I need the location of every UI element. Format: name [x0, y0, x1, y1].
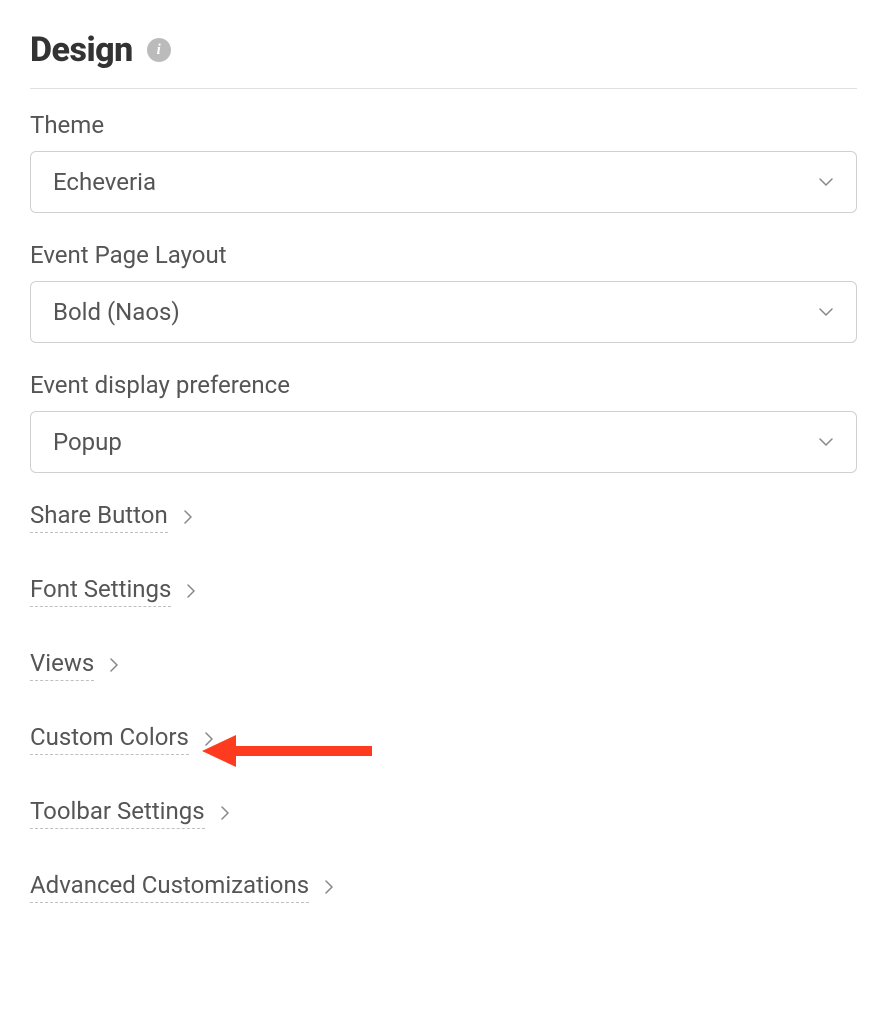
custom-colors-label: Custom Colors [30, 723, 189, 755]
font-settings-link[interactable]: Font Settings [30, 575, 857, 607]
share-button-label: Share Button [30, 501, 168, 533]
toolbar-settings-label: Toolbar Settings [30, 797, 205, 829]
event-display-preference-select[interactable]: Popup [30, 411, 857, 473]
chevron-right-icon [203, 733, 215, 745]
chevron-right-icon [323, 881, 335, 893]
advanced-customizations-link[interactable]: Advanced Customizations [30, 871, 857, 903]
views-label: Views [30, 649, 94, 681]
chevron-right-icon [182, 511, 194, 523]
section-header: Design i [30, 30, 857, 89]
theme-value: Echeveria [53, 168, 156, 196]
event-display-preference-field: Event display preference Popup [30, 371, 857, 473]
event-page-layout-value: Bold (Naos) [53, 298, 180, 326]
custom-colors-link[interactable]: Custom Colors [30, 723, 857, 755]
event-page-layout-field: Event Page Layout Bold (Naos) [30, 241, 857, 343]
share-button-link[interactable]: Share Button [30, 501, 857, 533]
chevron-down-icon [818, 304, 834, 320]
advanced-customizations-label: Advanced Customizations [30, 871, 309, 903]
event-page-layout-select[interactable]: Bold (Naos) [30, 281, 857, 343]
font-settings-label: Font Settings [30, 575, 171, 607]
theme-label: Theme [30, 111, 857, 139]
theme-select[interactable]: Echeveria [30, 151, 857, 213]
chevron-right-icon [219, 807, 231, 819]
chevron-down-icon [818, 174, 834, 190]
toolbar-settings-link[interactable]: Toolbar Settings [30, 797, 857, 829]
chevron-down-icon [818, 434, 834, 450]
event-display-preference-value: Popup [53, 428, 122, 456]
chevron-right-icon [108, 659, 120, 671]
event-display-preference-label: Event display preference [30, 371, 857, 399]
chevron-right-icon [185, 585, 197, 597]
section-title: Design [30, 30, 133, 70]
info-icon[interactable]: i [147, 38, 171, 62]
theme-field: Theme Echeveria [30, 111, 857, 213]
event-page-layout-label: Event Page Layout [30, 241, 857, 269]
views-link[interactable]: Views [30, 649, 857, 681]
